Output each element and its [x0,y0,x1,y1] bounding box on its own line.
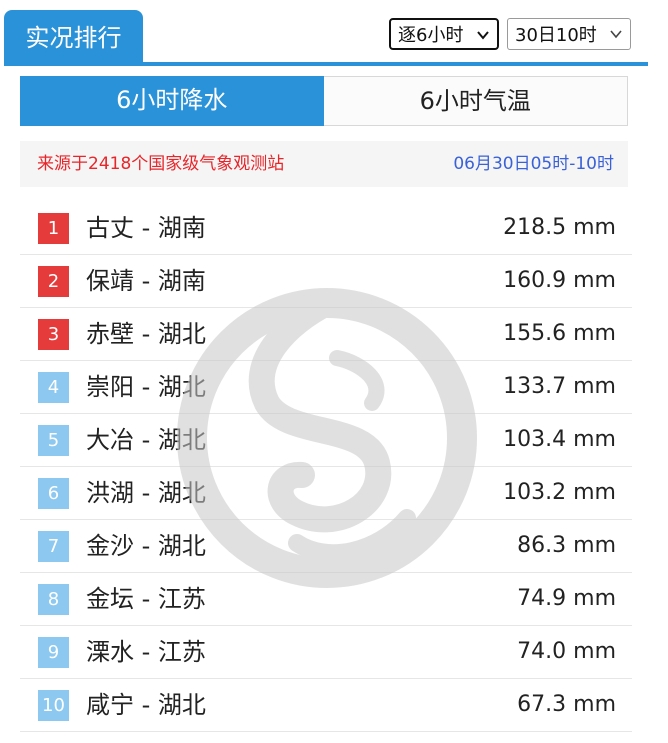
ranking-row: 3 赤壁 - 湖北 155.6 mm [20,308,632,361]
rank-badge: 1 [38,213,69,244]
rank-badge: 9 [38,637,69,668]
precipitation-value: 74.9 mm [517,586,616,611]
precipitation-value: 86.3 mm [517,533,616,558]
station-name: 金坛 - 江苏 [86,585,206,613]
rank-badge: 2 [38,266,69,297]
station-name: 洪湖 - 湖北 [86,479,206,507]
station-name: 大冶 - 湖北 [86,426,206,454]
ranking-row: 10 咸宁 - 湖北 67.3 mm [20,679,632,732]
station-name: 崇阳 - 湖北 [86,373,206,401]
ranking-row: 7 金沙 - 湖北 86.3 mm [20,520,632,573]
ranking-row: 1 古丈 - 湖南 218.5 mm [20,202,632,255]
precipitation-value: 218.5 mm [503,215,616,240]
page-title: 实况排行 [4,10,143,66]
station-name: 赤壁 - 湖北 [86,320,206,348]
station-name: 咸宁 - 湖北 [86,691,206,719]
interval-select[interactable]: 逐6小时 [389,18,499,50]
precipitation-value: 155.6 mm [503,321,616,346]
precipitation-value: 133.7 mm [503,374,616,399]
precipitation-value: 160.9 mm [503,268,616,293]
tab-6h-precipitation[interactable]: 6小时降水 [20,76,324,126]
tab-6h-temperature[interactable]: 6小时气温 [323,76,628,126]
chevron-down-icon [477,31,489,40]
source-info-bar: 来源于2418个国家级气象观测站 06月30日05时-10时 [20,141,628,187]
rank-badge: 4 [38,372,69,403]
ranking-row: 6 洪湖 - 湖北 103.2 mm [20,467,632,520]
precipitation-value: 74.0 mm [517,639,616,664]
header: 实况排行 逐6小时 30日10时 [0,0,668,66]
precipitation-value: 67.3 mm [517,692,616,717]
time-period: 06月30日05时-10时 [453,154,614,174]
station-name: 金沙 - 湖北 [86,532,206,560]
metric-tabs: 6小时降水 6小时气温 [20,76,628,126]
chevron-down-icon [610,30,622,39]
source-text: 来源于2418个国家级气象观测站 [37,154,285,174]
rank-badge: 3 [38,319,69,350]
time-select-value: 30日10时 [515,25,597,46]
rank-badge: 6 [38,478,69,509]
time-select[interactable]: 30日10时 [507,18,631,50]
precipitation-value: 103.4 mm [503,427,616,452]
station-name: 溧水 - 江苏 [86,638,206,666]
ranking-row: 2 保靖 - 湖南 160.9 mm [20,255,632,308]
ranking-row: 4 崇阳 - 湖北 133.7 mm [20,361,632,414]
rank-badge: 7 [38,531,69,562]
ranking-row: 8 金坛 - 江苏 74.9 mm [20,573,632,626]
station-name: 古丈 - 湖南 [86,214,206,242]
ranking-row: 5 大冶 - 湖北 103.4 mm [20,414,632,467]
station-name: 保靖 - 湖南 [86,267,206,295]
ranking-row: 9 溧水 - 江苏 74.0 mm [20,626,632,679]
ranking-panel: 6小时降水 6小时气温 来源于2418个国家级气象观测站 06月30日05时-1… [4,66,648,743]
precipitation-value: 103.2 mm [503,480,616,505]
rank-badge: 5 [38,425,69,456]
rank-badge: 8 [38,584,69,615]
rank-badge: 10 [38,690,69,721]
interval-select-value: 逐6小时 [398,25,464,46]
ranking-list: 1 古丈 - 湖南 218.5 mm 2 保靖 - 湖南 160.9 mm 3 赤壁 - 湖北… [20,202,632,732]
